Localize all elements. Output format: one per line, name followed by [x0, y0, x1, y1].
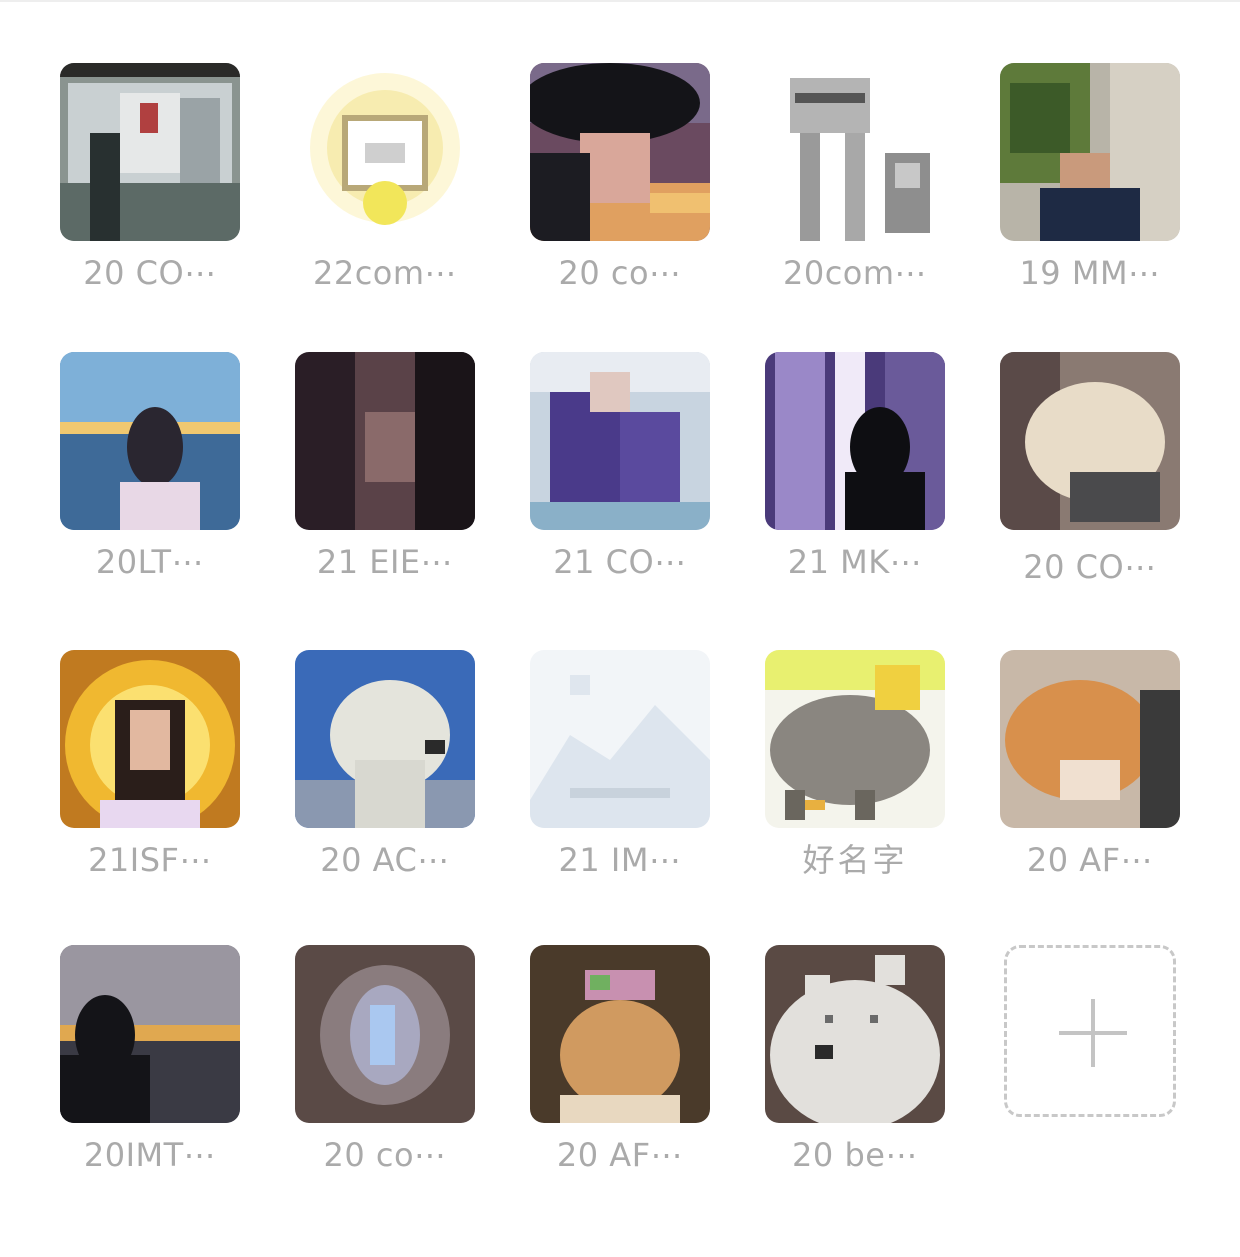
member-name: 21 MK⋯ [787, 543, 923, 581]
avatar-gray-cat-sketch-image [765, 63, 945, 241]
avatar[interactable] [530, 945, 710, 1123]
add-member-button[interactable] [1004, 945, 1176, 1117]
avatar[interactable] [765, 63, 945, 241]
member-item[interactable]: 20 co⋯ [295, 945, 475, 1185]
avatar[interactable] [765, 650, 945, 828]
avatar-default-placeholder-image [530, 650, 710, 828]
member-name: 20 AF⋯ [556, 1136, 684, 1174]
avatar[interactable] [295, 63, 475, 241]
member-name: 21ISF⋯ [88, 841, 212, 879]
member-item[interactable]: 20com⋯ [765, 63, 945, 303]
member-name: 好名字 [802, 841, 908, 879]
member-item[interactable]: 20 be⋯ [765, 945, 945, 1185]
avatar-orange-cat-image [1000, 650, 1180, 828]
avatar-dark-hat-person-image [530, 63, 710, 241]
member-item[interactable]: 20 CO⋯ [1000, 352, 1180, 592]
member-name: 20 CO⋯ [1023, 548, 1157, 586]
avatar-girl-golden-halo-image [60, 650, 240, 828]
avatar-blurry-light-image [295, 945, 475, 1123]
member-item[interactable]: 20 AC⋯ [295, 650, 475, 890]
member-item[interactable]: 20 AF⋯ [1000, 650, 1180, 890]
member-item[interactable]: 20IMT⋯ [60, 945, 240, 1185]
member-item[interactable]: 20LT⋯ [60, 352, 240, 592]
member-name: 20 be⋯ [792, 1136, 918, 1174]
avatar[interactable] [1000, 352, 1180, 530]
member-name: 21 CO⋯ [553, 543, 687, 581]
avatar-girl-by-sea-image [60, 352, 240, 530]
member-item[interactable]: 21 CO⋯ [530, 352, 710, 592]
member-item[interactable]: 20 CO⋯ [60, 63, 240, 303]
avatar-sunset-silhouette-image [60, 945, 240, 1123]
member-name: 20 CO⋯ [83, 254, 217, 292]
member-item[interactable]: 20 co⋯ [530, 63, 710, 303]
member-item[interactable]: 22com⋯ [295, 63, 475, 303]
avatar-silhouette-purple-light-image [765, 352, 945, 530]
member-name: 20IMT⋯ [83, 1136, 217, 1174]
member-grid: 20 CO⋯ 22com⋯ 20 co⋯ 20com⋯ 19 MM⋯ 20LT⋯… [0, 0, 1240, 1257]
member-item[interactable]: 21ISF⋯ [60, 650, 240, 890]
avatar-cartoon-creature-image [765, 650, 945, 828]
member-name: 20com⋯ [782, 254, 928, 292]
member-name: 22com⋯ [312, 254, 458, 292]
member-name: 21 IM⋯ [558, 841, 682, 879]
avatar[interactable] [295, 352, 475, 530]
member-name: 20 co⋯ [558, 254, 682, 292]
avatar-city-window-image [60, 63, 240, 241]
member-name: 20 AF⋯ [1026, 841, 1154, 879]
avatar[interactable] [60, 945, 240, 1123]
avatar[interactable] [60, 650, 240, 828]
avatar[interactable] [295, 650, 475, 828]
avatar-white-bear-cartoon-image [765, 945, 945, 1123]
member-item[interactable]: 好名字 [765, 650, 945, 890]
avatar[interactable] [530, 352, 710, 530]
member-item[interactable]: 21 MK⋯ [765, 352, 945, 592]
avatar[interactable] [530, 63, 710, 241]
avatar[interactable] [765, 945, 945, 1123]
member-name: 21 EIE⋯ [316, 543, 454, 581]
member-name: 20LT⋯ [95, 543, 205, 581]
member-name: 19 MM⋯ [1019, 254, 1161, 292]
avatar[interactable] [530, 650, 710, 828]
avatar[interactable] [765, 352, 945, 530]
member-item[interactable]: 19 MM⋯ [1000, 63, 1180, 303]
avatar-man-suit-plant-image [1000, 63, 1180, 241]
avatar-hamster-flowers-image [530, 945, 710, 1123]
member-item[interactable]: 21 IM⋯ [530, 650, 710, 890]
member-name: 20 AC⋯ [320, 841, 450, 879]
avatar[interactable] [1000, 650, 1180, 828]
avatar-yellow-badge-image [295, 63, 475, 241]
avatar[interactable] [1000, 63, 1180, 241]
avatar-dark-portrait-image [295, 352, 475, 530]
avatar-fluffy-dog-image [1000, 352, 1180, 530]
avatar-polar-bear-sky-image [295, 650, 475, 828]
member-item[interactable]: 20 AF⋯ [530, 945, 710, 1185]
avatar[interactable] [295, 945, 475, 1123]
plus-icon-vertical [1091, 999, 1095, 1067]
avatar[interactable] [60, 63, 240, 241]
avatar[interactable] [60, 352, 240, 530]
member-name: 20 co⋯ [323, 1136, 447, 1174]
avatar-anime-purple-image [530, 352, 710, 530]
member-item[interactable]: 21 EIE⋯ [295, 352, 475, 592]
